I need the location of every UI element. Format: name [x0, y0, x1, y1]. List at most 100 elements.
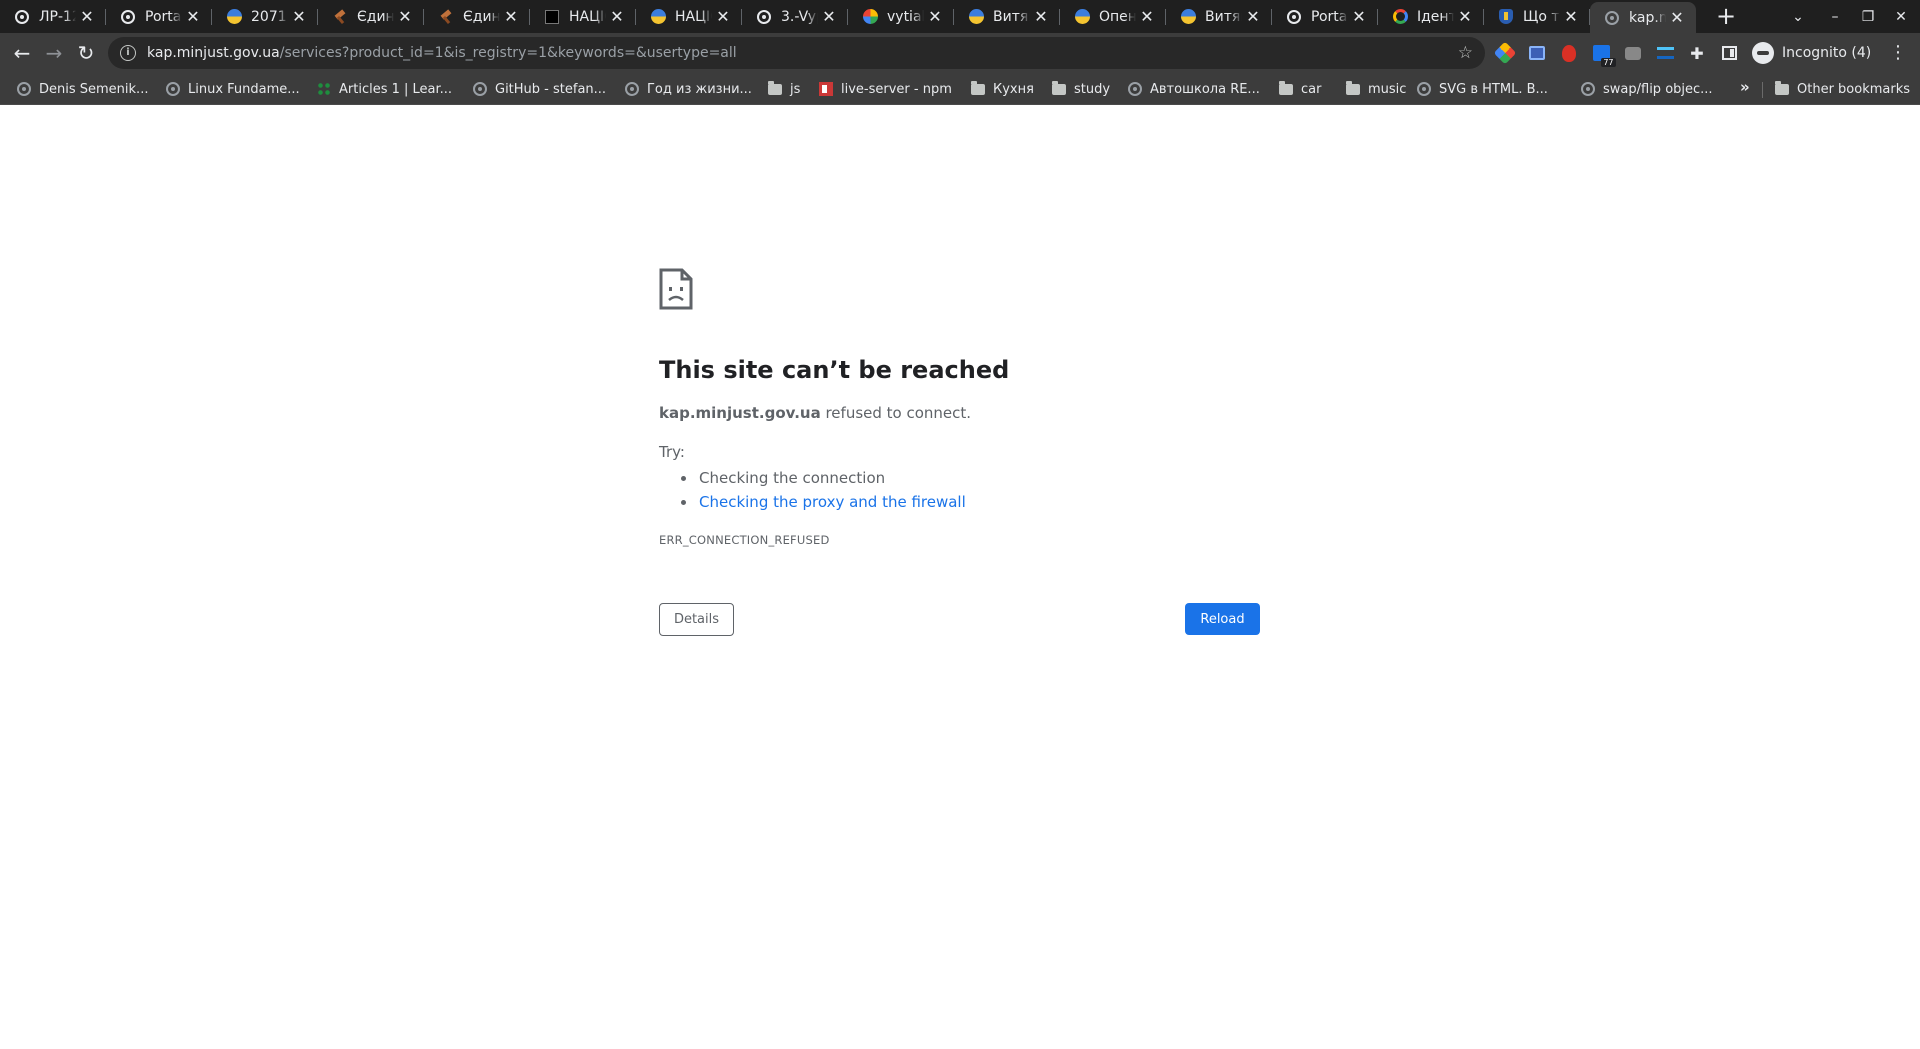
ukraine-flag-icon: [650, 9, 666, 25]
tab[interactable]: Ідент ✕: [1378, 0, 1484, 33]
bookmark-item[interactable]: Articles 1 | Lear...: [316, 78, 452, 100]
reload-icon[interactable]: ↻: [72, 39, 100, 67]
tab-title: ЛР-12: [39, 8, 76, 25]
bookmarks-overflow-button[interactable]: »: [1740, 78, 1750, 96]
red-extension-icon[interactable]: [1558, 42, 1580, 64]
bookmark-label: study: [1074, 81, 1111, 97]
tab[interactable]: 3.-Vyp✕: [742, 0, 848, 33]
tab-active[interactable]: kap.m ✕: [1590, 2, 1696, 33]
tab-close-icon[interactable]: ✕: [1666, 8, 1688, 27]
bookmark-item[interactable]: swap/flip objec...: [1580, 78, 1713, 100]
tab-close-icon[interactable]: ✕: [1030, 7, 1052, 26]
tab-search-chevron-icon[interactable]: ⌄: [1786, 5, 1810, 29]
reload-button[interactable]: Reload: [1185, 603, 1260, 635]
tab-close-icon[interactable]: ✕: [288, 7, 310, 26]
bookmark-item[interactable]: Год из жизни...: [624, 78, 752, 100]
tab[interactable]: НАЦІС✕: [530, 0, 636, 33]
globe-icon: [624, 81, 640, 97]
bookmark-folder[interactable]: Кухня: [970, 78, 1034, 100]
tab[interactable]: 20711✕: [212, 0, 318, 33]
bookmark-item[interactable]: live-server - npm: [818, 78, 952, 100]
tab[interactable]: Єдини✕: [424, 0, 530, 33]
globe-icon: [472, 81, 488, 97]
tab-close-icon[interactable]: ✕: [1560, 7, 1582, 26]
bookmark-label: Автошкола RE...: [1150, 81, 1260, 97]
error-code: ERR_CONNECTION_REFUSED: [659, 533, 830, 547]
tab[interactable]: ЛР-12✕: [0, 0, 106, 33]
tab-title: kap.m: [1629, 9, 1666, 26]
tab-close-icon[interactable]: ✕: [76, 7, 98, 26]
tab-close-icon[interactable]: ✕: [394, 7, 416, 26]
bookmark-label: GitHub - stefan...: [495, 81, 607, 97]
close-window-icon[interactable]: ✕: [1889, 5, 1913, 29]
incognito-indicator[interactable]: Incognito (4): [1748, 38, 1881, 68]
suggestion-link[interactable]: Checking the proxy and the firewall: [659, 490, 966, 514]
folder-icon: [1774, 80, 1790, 97]
extensions-puzzle-icon[interactable]: ✚: [1686, 42, 1708, 64]
browser-menu-icon[interactable]: ⋮: [1886, 39, 1910, 67]
url-text[interactable]: kap.minjust.gov.ua/services?product_id=1…: [147, 45, 737, 61]
bookmark-item[interactable]: Linux Fundame...: [165, 78, 300, 100]
tab-close-icon[interactable]: ✕: [1136, 7, 1158, 26]
wave-extension-icon[interactable]: [1654, 42, 1676, 64]
suggestion-item: Checking the connection: [659, 466, 966, 490]
bookmark-item[interactable]: Denis Semenik...: [16, 78, 148, 100]
bookmark-folder[interactable]: car: [1278, 78, 1321, 100]
tab-close-icon[interactable]: ✕: [1242, 7, 1264, 26]
tab[interactable]: Що та✕: [1484, 0, 1590, 33]
tab[interactable]: Єдини✕: [318, 0, 424, 33]
address-bar[interactable]: i kap.minjust.gov.ua/services?product_id…: [108, 37, 1485, 69]
bookmark-item[interactable]: GitHub - stefan...: [472, 78, 606, 100]
tab[interactable]: Portal ✕: [106, 0, 212, 33]
incognito-icon: [1752, 42, 1774, 64]
bookmark-folder[interactable]: js: [767, 78, 800, 100]
trident-icon: [1498, 9, 1514, 25]
tab-close-icon[interactable]: ✕: [500, 7, 522, 26]
tab-title: Витяг: [993, 8, 1030, 25]
tab-close-icon[interactable]: ✕: [924, 7, 946, 26]
bookmark-item[interactable]: SVG в HTML. В...: [1416, 78, 1548, 100]
bookmark-label: Denis Semenik...: [39, 81, 149, 97]
tab-close-icon[interactable]: ✕: [606, 7, 628, 26]
tab[interactable]: vytiah✕: [848, 0, 954, 33]
tab[interactable]: Опенд✕: [1060, 0, 1166, 33]
error-title: This site can’t be reached: [659, 356, 1010, 384]
bookmark-item[interactable]: Автошкола RE...: [1127, 78, 1260, 100]
calendar-extension-icon[interactable]: 77: [1590, 42, 1616, 67]
bookmark-folder[interactable]: music: [1345, 78, 1406, 100]
extension-badge: 77: [1601, 58, 1616, 67]
screen-extension-icon[interactable]: [1526, 42, 1548, 64]
tab-close-icon[interactable]: ✕: [712, 7, 734, 26]
bookmarks-bar: Denis Semenik... Linux Fundame... Articles…: [0, 73, 1920, 105]
tab[interactable]: Portal ✕: [1272, 0, 1378, 33]
bookmark-star-icon[interactable]: ☆: [1458, 43, 1473, 63]
minimize-window-icon[interactable]: –: [1823, 5, 1847, 29]
tab-close-icon[interactable]: ✕: [182, 7, 204, 26]
color-extension-icon[interactable]: [1493, 41, 1517, 65]
tab[interactable]: Витяг✕: [954, 0, 1060, 33]
other-bookmarks-folder[interactable]: Other bookmarks: [1774, 78, 1910, 100]
tab[interactable]: Витяг✕: [1166, 0, 1272, 33]
tab-close-icon[interactable]: ✕: [1348, 7, 1370, 26]
tab-close-icon[interactable]: ✕: [1454, 7, 1476, 26]
folder-icon: [1051, 80, 1067, 97]
tab-strip: ЛР-12✕Portal✕20711✕Єдини✕Єдини✕НАЦІС✕НАЦ…: [0, 0, 1920, 33]
other-bookmarks-label: Other bookmarks: [1797, 81, 1911, 97]
restore-window-icon[interactable]: ❐: [1856, 5, 1880, 29]
back-arrow-icon[interactable]: ←: [8, 39, 36, 67]
tab-close-icon[interactable]: ✕: [818, 7, 840, 26]
off-extension-icon[interactable]: [1622, 42, 1644, 64]
bookmark-folder[interactable]: study: [1051, 78, 1110, 100]
side-panel-icon[interactable]: [1718, 42, 1740, 64]
site-info-icon[interactable]: i: [120, 45, 136, 61]
forward-arrow-icon[interactable]: →: [40, 39, 68, 67]
tab[interactable]: НАЦІС✕: [636, 0, 742, 33]
google-icon: [1392, 9, 1408, 25]
folder-icon: [1278, 80, 1294, 97]
globe-icon: [120, 9, 136, 25]
new-tab-button[interactable]: +: [1712, 3, 1740, 31]
multicolor-circle-icon: [862, 9, 878, 25]
details-button[interactable]: Details: [659, 603, 734, 636]
try-label: Try:: [659, 443, 685, 461]
url-host: kap.minjust.gov.ua: [147, 45, 280, 61]
